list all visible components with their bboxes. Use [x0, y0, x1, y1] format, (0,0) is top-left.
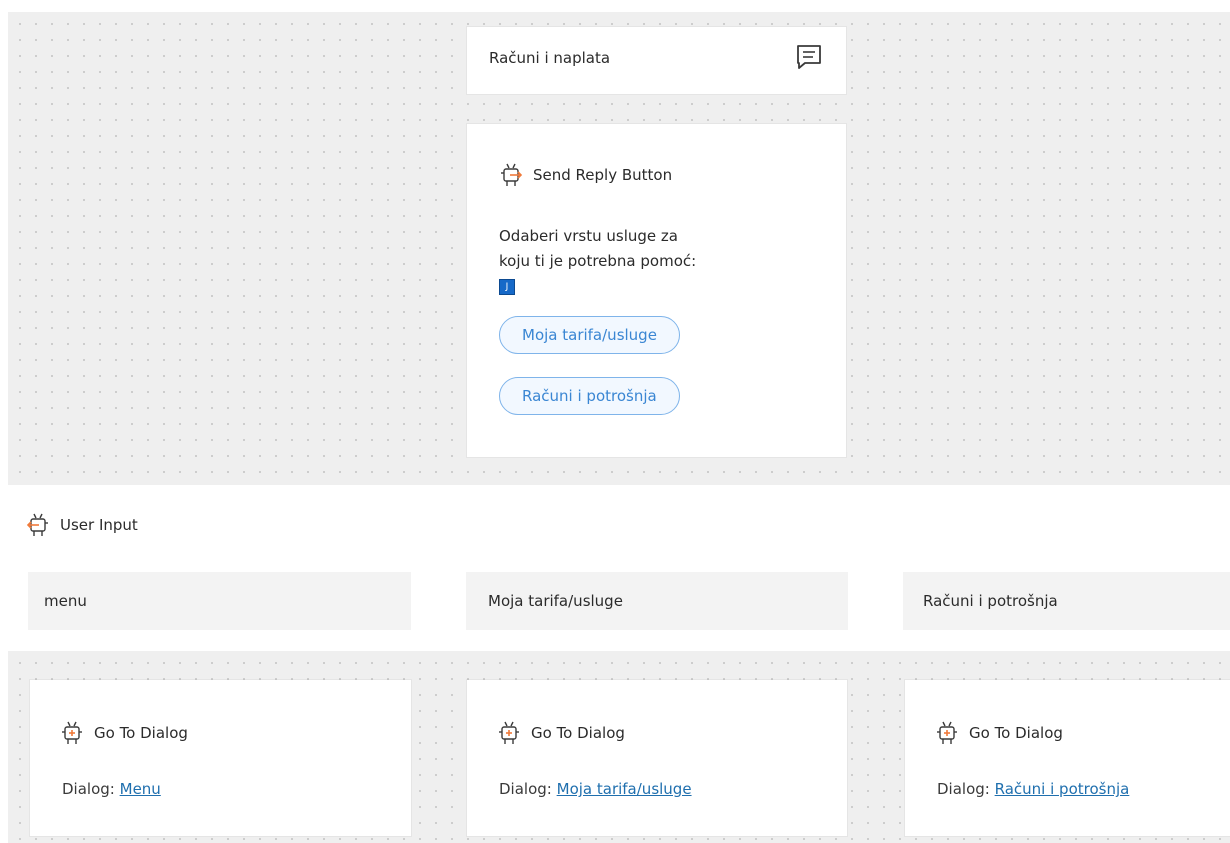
goto-dialog-card[interactable]: Go To Dialog Dialog: Računi i potrošnja: [905, 680, 1230, 836]
goto-dialog-link-racuni-potrosnja[interactable]: Računi i potrošnja: [995, 780, 1130, 798]
goto-dialog-target: Dialog: Računi i potrošnja: [937, 780, 1129, 798]
topic-title: Računi i naplata: [489, 49, 611, 67]
goto-dialog-card[interactable]: Go To Dialog Dialog: Moja tarifa/usluge: [467, 680, 847, 836]
reply-message-line-1: Odaberi vrstu usluge za: [499, 227, 678, 245]
goto-dialog-header: Go To Dialog: [497, 720, 625, 746]
goto-dialog-prefix: Dialog:: [62, 780, 115, 798]
reply-message-line-2: koju ti je potrebna pomoć:: [499, 252, 697, 270]
goto-dialog-link-menu[interactable]: Menu: [120, 780, 161, 798]
goto-dialog-target: Dialog: Menu: [62, 780, 161, 798]
reply-button-moja-tarifa[interactable]: Moja tarifa/usluge: [499, 316, 680, 354]
topic-card[interactable]: Računi i naplata: [467, 27, 846, 94]
send-reply-title: Send Reply Button: [533, 166, 673, 184]
user-input-title: User Input: [60, 516, 138, 534]
robot-goto-icon: [937, 721, 957, 744]
send-reply-card[interactable]: Send Reply Button Odaberi vrstu usluge z…: [467, 124, 846, 457]
user-input-header: User Input: [26, 512, 138, 538]
user-input-option-menu[interactable]: menu: [28, 572, 411, 630]
robot-send-icon: [501, 163, 523, 186]
goto-dialog-header: Go To Dialog: [935, 720, 1063, 746]
goto-dialog-target: Dialog: Moja tarifa/usluge: [499, 780, 692, 798]
robot-goto-icon: [62, 721, 82, 744]
goto-dialog-card[interactable]: Go To Dialog Dialog: Menu: [30, 680, 411, 836]
goto-dialog-title: Go To Dialog: [94, 724, 188, 742]
robot-goto-icon: [499, 721, 519, 744]
reply-message: Odaberi vrstu usluge za koju ti je potre…: [499, 224, 769, 299]
emoji-icon: J: [499, 278, 515, 295]
goto-dialog-link-moja-tarifa[interactable]: Moja tarifa/usluge: [557, 780, 692, 798]
user-input-option-moja-tarifa[interactable]: Moja tarifa/usluge: [466, 572, 848, 630]
reply-button-racuni-potrosnja[interactable]: Računi i potrošnja: [499, 377, 680, 415]
goto-dialog-prefix: Dialog:: [937, 780, 990, 798]
send-reply-header: Send Reply Button: [499, 162, 672, 188]
goto-dialog-title: Go To Dialog: [969, 724, 1063, 742]
goto-dialog-title: Go To Dialog: [531, 724, 625, 742]
robot-input-icon: [26, 513, 48, 536]
user-input-option-racuni-potrosnja[interactable]: Računi i potrošnja: [903, 572, 1230, 630]
goto-dialog-header: Go To Dialog: [60, 720, 188, 746]
chat-bubble-icon[interactable]: [794, 43, 824, 71]
goto-dialog-prefix: Dialog:: [499, 780, 552, 798]
